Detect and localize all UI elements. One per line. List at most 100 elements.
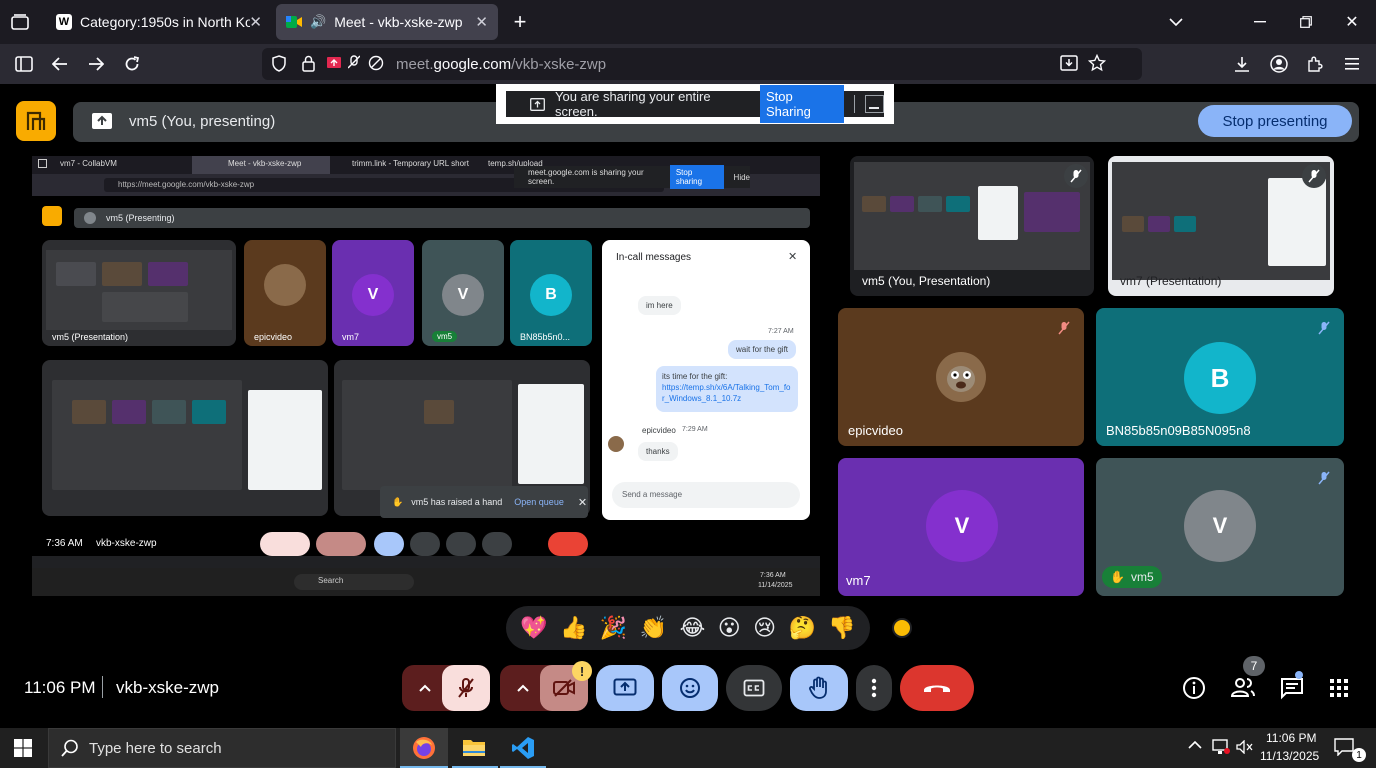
tile-bn85[interactable]: B BN85b85n09B85N095n8: [1096, 308, 1344, 446]
hand-raised-badge: ✋ vm5: [1102, 566, 1162, 588]
extensions-icon[interactable]: [1303, 52, 1327, 76]
shared-tab-list-icon: [38, 159, 47, 168]
volume-muted-icon[interactable]: [1236, 740, 1254, 754]
shared-chat-close-icon: ✕: [788, 251, 798, 263]
more-vert-icon: [871, 678, 877, 698]
reactions-button[interactable]: [662, 665, 718, 711]
lock-icon[interactable]: [302, 55, 315, 72]
laugh-reaction-icon[interactable]: 😂: [680, 615, 706, 641]
tile-vm5[interactable]: V ✋ vm5: [1096, 458, 1344, 596]
tile-vm7[interactable]: V vm7: [838, 458, 1084, 596]
account-icon[interactable]: [1267, 52, 1291, 76]
downloads-icon[interactable]: [1230, 52, 1254, 76]
activities-icon[interactable]: [1330, 679, 1348, 697]
taskbar-firefox[interactable]: [400, 728, 448, 768]
microphone-muted-icon: [1052, 316, 1076, 340]
microphone-muted-icon: [1312, 466, 1336, 490]
shared-url: https://meet.google.com/vkb-xske-zwp: [118, 180, 255, 189]
sad-reaction-icon[interactable]: 😢: [753, 615, 776, 641]
forward-icon[interactable]: [84, 52, 108, 76]
raised-hand-icon: ✋: [1110, 570, 1125, 584]
reload-icon[interactable]: [120, 52, 144, 76]
party-reaction-icon[interactable]: 🎉: [600, 615, 627, 641]
heart-reaction-icon[interactable]: 💖: [520, 615, 547, 641]
shared-meet-logo-icon: [42, 206, 62, 226]
divider: [102, 676, 103, 698]
thumbs-up-reaction-icon[interactable]: 👍: [560, 615, 587, 641]
close-tab-icon[interactable]: ✕: [249, 13, 262, 31]
close-tab-icon[interactable]: ✕: [475, 13, 488, 31]
menu-icon[interactable]: [1340, 52, 1364, 76]
share-banner-text: You are sharing your entire screen.: [555, 89, 711, 119]
tab-wikipedia[interactable]: W Category:1950s in North Korea ✕: [46, 4, 272, 40]
tile-presentation-vm7[interactable]: vm7 (Presentation): [1108, 156, 1334, 296]
skin-tone-icon[interactable]: [892, 618, 912, 638]
bookmark-star-icon[interactable]: [1088, 54, 1106, 72]
shared-tile-epicvideo: epicvideo: [244, 240, 326, 346]
url-text: meet.google.com/vkb-xske-zwp: [396, 56, 607, 73]
restore-icon[interactable]: [1294, 10, 1318, 34]
leave-call-button[interactable]: [900, 665, 974, 711]
windows-taskbar: Type here to search 11:06 PM 11/13/2025 …: [0, 728, 1376, 768]
microphone-toggle-button[interactable]: [442, 665, 490, 711]
sidebar-icon[interactable]: [12, 52, 36, 76]
more-options-button[interactable]: [856, 665, 892, 711]
notifications-icon[interactable]: [1334, 738, 1354, 756]
new-tab-icon[interactable]: +: [508, 9, 532, 34]
close-window-icon[interactable]: ✕: [1340, 10, 1364, 34]
taskbar-search-box[interactable]: Type here to search: [48, 728, 396, 768]
thinking-reaction-icon[interactable]: 🤔: [789, 615, 816, 641]
stop-presenting-button[interactable]: Stop presenting: [1198, 105, 1352, 137]
shared-screen-view: vm7 - CollabVM Meet - vkb-xske-zwp trimm…: [32, 156, 820, 596]
install-app-icon[interactable]: [1060, 55, 1078, 71]
back-icon[interactable]: [48, 52, 72, 76]
epicvideo-avatar: [936, 352, 986, 402]
taskbar-vscode[interactable]: [500, 728, 546, 768]
video-options-chevron-icon[interactable]: [506, 665, 540, 711]
people-icon[interactable]: [1230, 676, 1256, 698]
chevron-down-icon[interactable]: [1164, 10, 1188, 34]
tab-label: Category:1950s in North Korea: [80, 14, 250, 30]
tile-presentation-you[interactable]: vm5 (You, Presentation): [850, 156, 1094, 296]
tile-name: BN85b85n09B85N095n8: [1106, 423, 1251, 438]
address-bar[interactable]: meet.google.com/vkb-xske-zwp: [262, 48, 1142, 80]
taskbar-file-explorer[interactable]: [452, 728, 498, 768]
folder-icon: [462, 737, 486, 757]
vscode-icon: [511, 736, 535, 760]
speaker-icon[interactable]: 🔊: [310, 14, 326, 30]
camera-off-icon: [553, 679, 575, 697]
audio-options-chevron-icon[interactable]: [408, 665, 442, 711]
present-now-button[interactable]: [596, 665, 654, 711]
raise-hand-button[interactable]: [790, 665, 848, 711]
new-message-dot: [1295, 671, 1303, 679]
clock-date[interactable]: 11/13/2025: [1260, 749, 1319, 763]
screen-share-indicator-icon[interactable]: [326, 55, 342, 71]
shield-icon[interactable]: [272, 55, 286, 72]
tile-epicvideo[interactable]: epicvideo: [838, 308, 1084, 446]
tab-meet[interactable]: 🔊 Meet - vkb-xske-zwp ✕: [276, 4, 498, 40]
minimize-icon[interactable]: [1248, 10, 1272, 34]
hide-banner-button[interactable]: [864, 95, 884, 113]
shared-share-notice: meet.google.com is sharing your screen. …: [514, 165, 750, 189]
search-icon: [61, 739, 79, 757]
chat-icon[interactable]: [1280, 676, 1304, 700]
meeting-details-icon[interactable]: [1182, 676, 1206, 700]
stop-sharing-button[interactable]: Stop Sharing: [759, 85, 844, 123]
presenting-label: vm5 (You, presenting): [129, 113, 276, 130]
surprised-reaction-icon[interactable]: 😮: [718, 615, 741, 641]
shared-tab-label: trimm.link - Temporary URL short: [352, 159, 469, 168]
show-hidden-icons-chevron-icon[interactable]: [1188, 741, 1202, 749]
captions-button[interactable]: [726, 665, 782, 711]
browser-toolbar: meet.google.com/vkb-xske-zwp: [0, 44, 1376, 84]
network-icon[interactable]: [1212, 739, 1230, 755]
clap-reaction-icon[interactable]: 👏: [640, 615, 667, 641]
tile-name: vm7: [846, 573, 871, 588]
windows-start-icon[interactable]: [14, 739, 32, 757]
camera-muted-icon[interactable]: [368, 55, 384, 71]
thumbs-down-reaction-icon[interactable]: 👎: [828, 615, 855, 641]
microphone-muted-icon[interactable]: [348, 55, 360, 71]
meeting-code: vkb-xske-zwp: [116, 678, 219, 697]
tab-list-icon[interactable]: [8, 10, 32, 34]
clock-time[interactable]: 11:06 PM: [1266, 731, 1316, 745]
tile-name: epicvideo: [848, 423, 903, 438]
